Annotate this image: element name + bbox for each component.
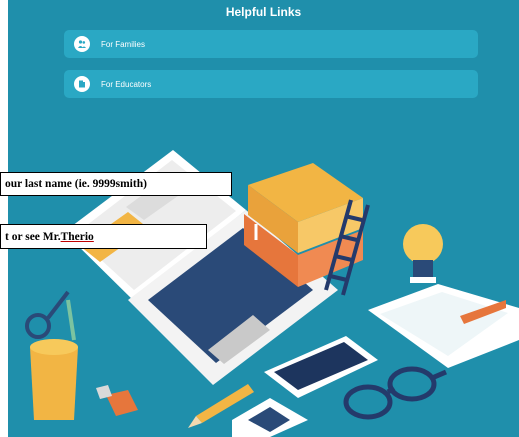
instruction-text-contact: t or see Mr. Therio <box>0 224 207 249</box>
instruction-text-username: our last name (ie. 9999smith) <box>0 172 232 196</box>
usb-drive-illustration <box>96 385 138 416</box>
education-illustration <box>25 150 519 437</box>
glasses-illustration <box>343 366 447 420</box>
lightbulb-illustration <box>403 224 443 283</box>
calculator-illustration <box>232 398 308 437</box>
open-book-illustration <box>368 284 519 368</box>
pencil-cup-illustration <box>25 290 78 420</box>
